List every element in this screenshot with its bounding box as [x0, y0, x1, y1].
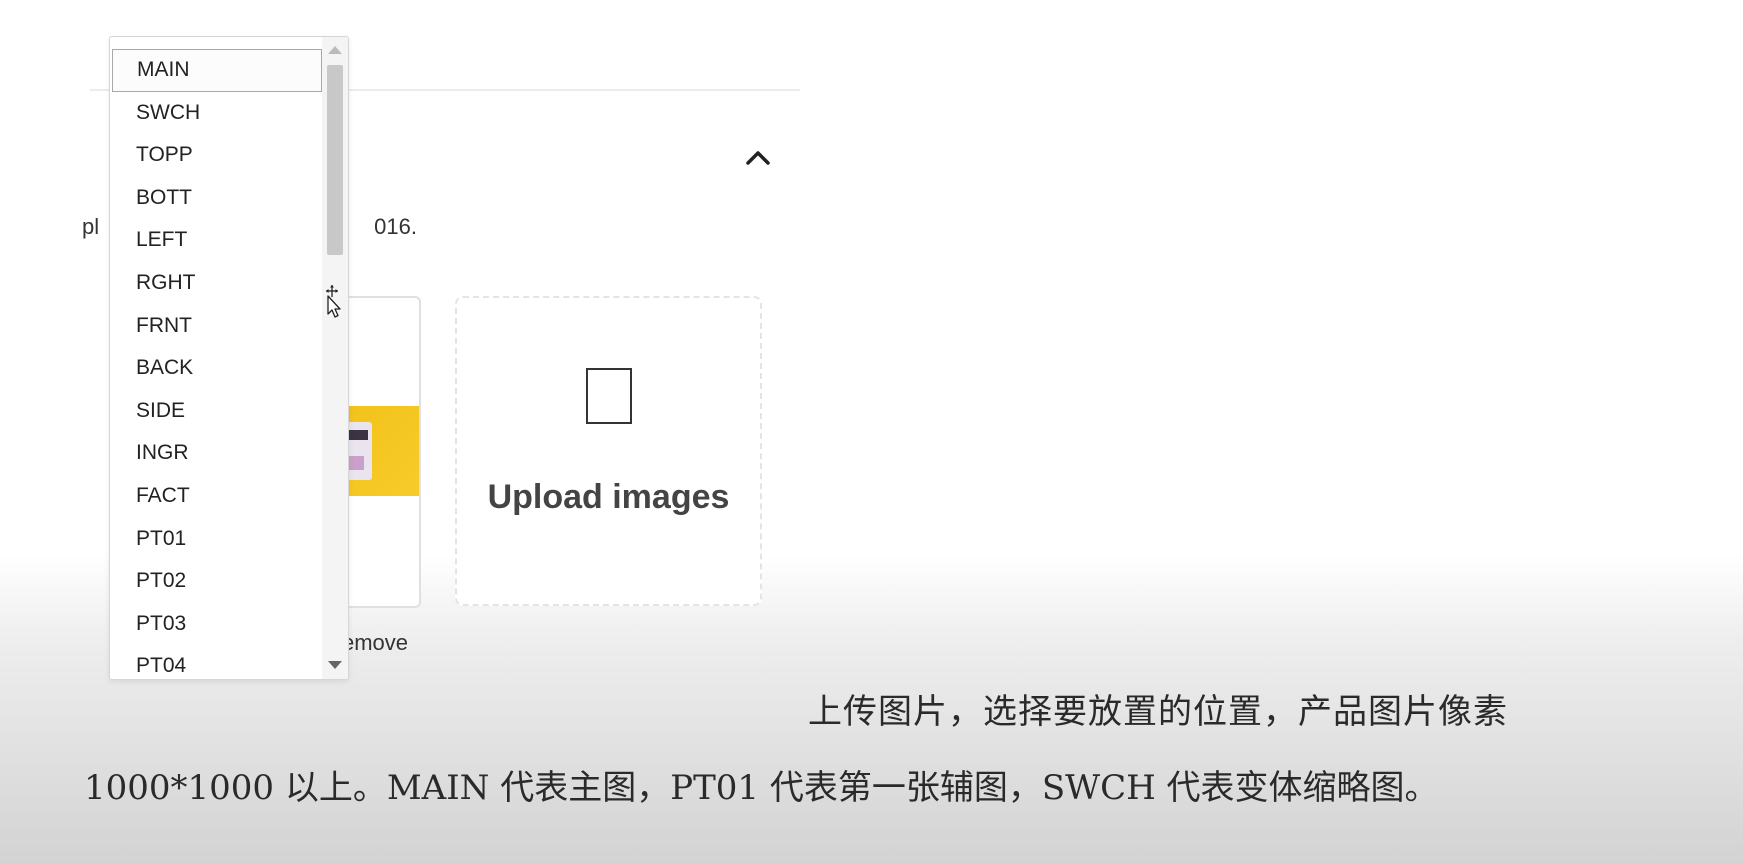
option-fact[interactable]: FACT — [110, 475, 322, 518]
option-swch[interactable]: SWCH — [110, 92, 322, 135]
chevron-up-icon[interactable] — [744, 146, 772, 168]
option-side[interactable]: SIDE — [110, 390, 322, 433]
option-ingr[interactable]: INGR — [110, 432, 322, 475]
option-bott[interactable]: BOTT — [110, 177, 322, 220]
upload-images-label: Upload images — [487, 478, 730, 516]
variant-option-list: MAIN SWCH TOPP BOTT LEFT RGHT FRNT BACK … — [110, 49, 322, 679]
image-variant-dropdown[interactable]: MAIN SWCH TOPP BOTT LEFT RGHT FRNT BACK … — [109, 36, 349, 680]
remove-link[interactable]: emove — [342, 630, 408, 656]
option-rght[interactable]: RGHT — [110, 262, 322, 305]
move-cursor-icon — [326, 285, 341, 318]
scroll-down-arrow-icon[interactable] — [328, 661, 342, 669]
option-pt02[interactable]: PT02 — [110, 560, 322, 603]
image-placeholder-icon — [586, 368, 632, 424]
option-frnt[interactable]: FRNT — [110, 305, 322, 348]
scrollbar-thumb[interactable] — [327, 65, 343, 255]
scroll-up-arrow-icon[interactable] — [328, 46, 342, 54]
option-pt04[interactable]: PT04 — [110, 645, 322, 679]
subtitle-line-1: 上传图片，选择要放置的位置，产品图片像素 — [808, 692, 1508, 732]
option-left[interactable]: LEFT — [110, 219, 322, 262]
dropdown-scrollbar[interactable] — [322, 37, 348, 679]
upload-images-button[interactable]: Upload images — [455, 296, 762, 606]
subtitle-line-2: 1000*1000 以上。MAIN 代表主图，PT01 代表第一张辅图，SWCH… — [84, 768, 1439, 808]
option-pt03[interactable]: PT03 — [110, 603, 322, 646]
option-topp[interactable]: TOPP — [110, 134, 322, 177]
option-back[interactable]: BACK — [110, 347, 322, 390]
option-main[interactable]: MAIN — [112, 49, 322, 92]
option-pt01[interactable]: PT01 — [110, 518, 322, 561]
